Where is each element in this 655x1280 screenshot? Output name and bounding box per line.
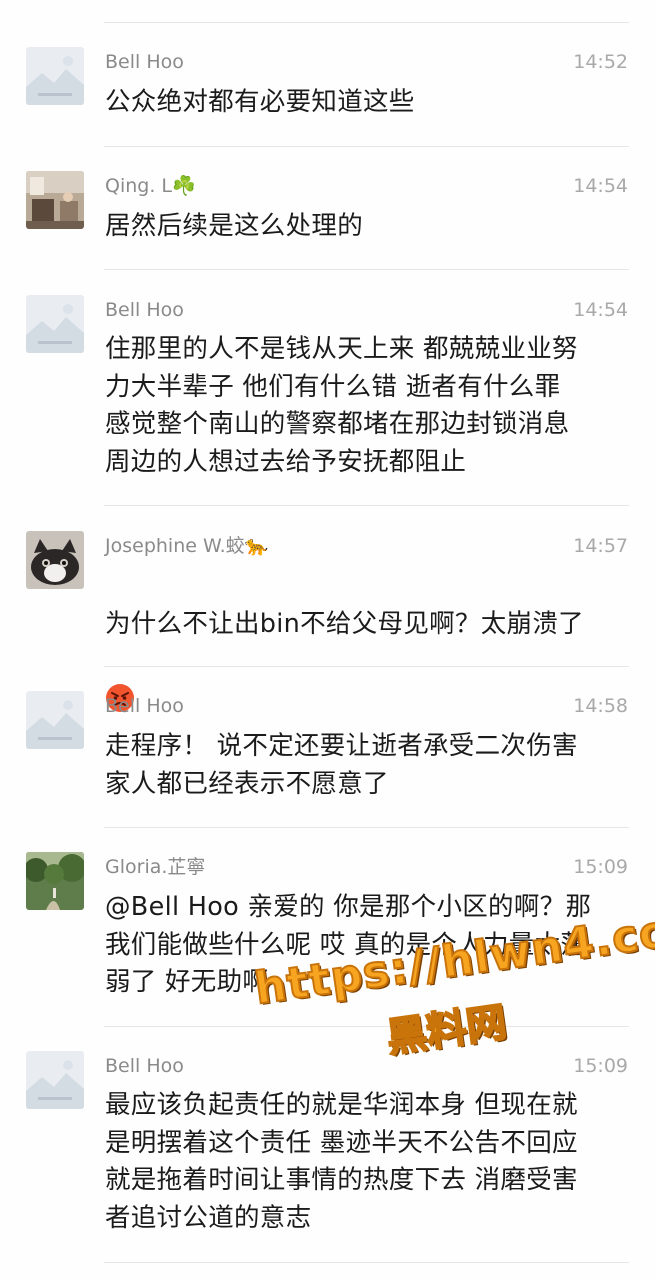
divider <box>104 666 629 667</box>
divider <box>104 505 629 506</box>
placeholder-mountain-icon <box>26 1051 84 1109</box>
divider <box>104 1026 629 1027</box>
divider <box>104 1262 629 1263</box>
comment-text: 走程序！ 说不定还要让逝者承受二次伤害 家人都已经表示不愿意了 <box>105 731 578 799</box>
avatar[interactable] <box>26 852 84 910</box>
comment-text: 居然后续是这么处理的 <box>105 211 364 241</box>
divider <box>104 22 629 23</box>
comment-time: 15:09 <box>573 856 628 878</box>
comment-text: 为什么不让出bin不给父母见啊？太崩溃了 <box>105 568 633 718</box>
photo-cat-icon <box>26 531 84 589</box>
comment-author[interactable]: Gloria.芷寧 <box>105 855 205 879</box>
photo-forest-icon <box>26 852 84 910</box>
divider <box>104 146 629 147</box>
divider <box>104 827 629 828</box>
comment-author[interactable]: Bell Hoo <box>105 694 184 718</box>
placeholder-mountain-icon <box>26 691 84 749</box>
divider <box>104 269 629 270</box>
comment-time: 15:09 <box>573 1055 628 1077</box>
comment-time: 14:57 <box>573 535 628 557</box>
comment-author[interactable]: Josephine W.蛟🐆 <box>105 534 268 558</box>
comment-time: 14:54 <box>573 175 628 197</box>
comment-author[interactable]: Bell Hoo <box>105 1054 184 1078</box>
avatar[interactable] <box>26 171 84 229</box>
avatar[interactable] <box>26 47 84 105</box>
comment-time: 14:58 <box>573 695 628 717</box>
placeholder-mountain-icon <box>26 47 84 105</box>
comment-text: @Bell Hoo 亲爱的 你是那个小区的啊？那 我们能做些什么呢 哎 真的是个… <box>105 892 592 997</box>
comment-author[interactable]: Bell Hoo <box>105 50 184 74</box>
comment-author[interactable]: Bell Hoo <box>105 298 184 322</box>
placeholder-mountain-icon <box>26 295 84 353</box>
avatar[interactable] <box>26 531 84 589</box>
comment-list: Bell Hoo 14:52 公众绝对都有必要知道这些 Qing. L☘️ 14… <box>0 0 655 1280</box>
comment-text: 住那里的人不是钱从天上来 都兢兢业业努 力大半辈子 他们有什么错 逝者有什么罪 … <box>105 334 578 477</box>
avatar[interactable] <box>26 295 84 353</box>
avatar[interactable] <box>26 1051 84 1109</box>
comment-text-body: 为什么不让出bin不给父母见啊？太崩溃了 <box>105 608 584 639</box>
comment-time: 14:54 <box>573 299 628 321</box>
comment-author[interactable]: Qing. L☘️ <box>105 174 196 198</box>
comment-time: 14:52 <box>573 51 628 73</box>
photo-room-icon <box>26 171 84 229</box>
avatar[interactable] <box>26 691 84 749</box>
comment-text: 最应该负起责任的就是华润本身 但现在就 是明摆着这个责任 墨迹半天不公告不回应 … <box>105 1090 578 1233</box>
comment-text: 公众绝对都有必要知道这些 <box>105 87 415 117</box>
